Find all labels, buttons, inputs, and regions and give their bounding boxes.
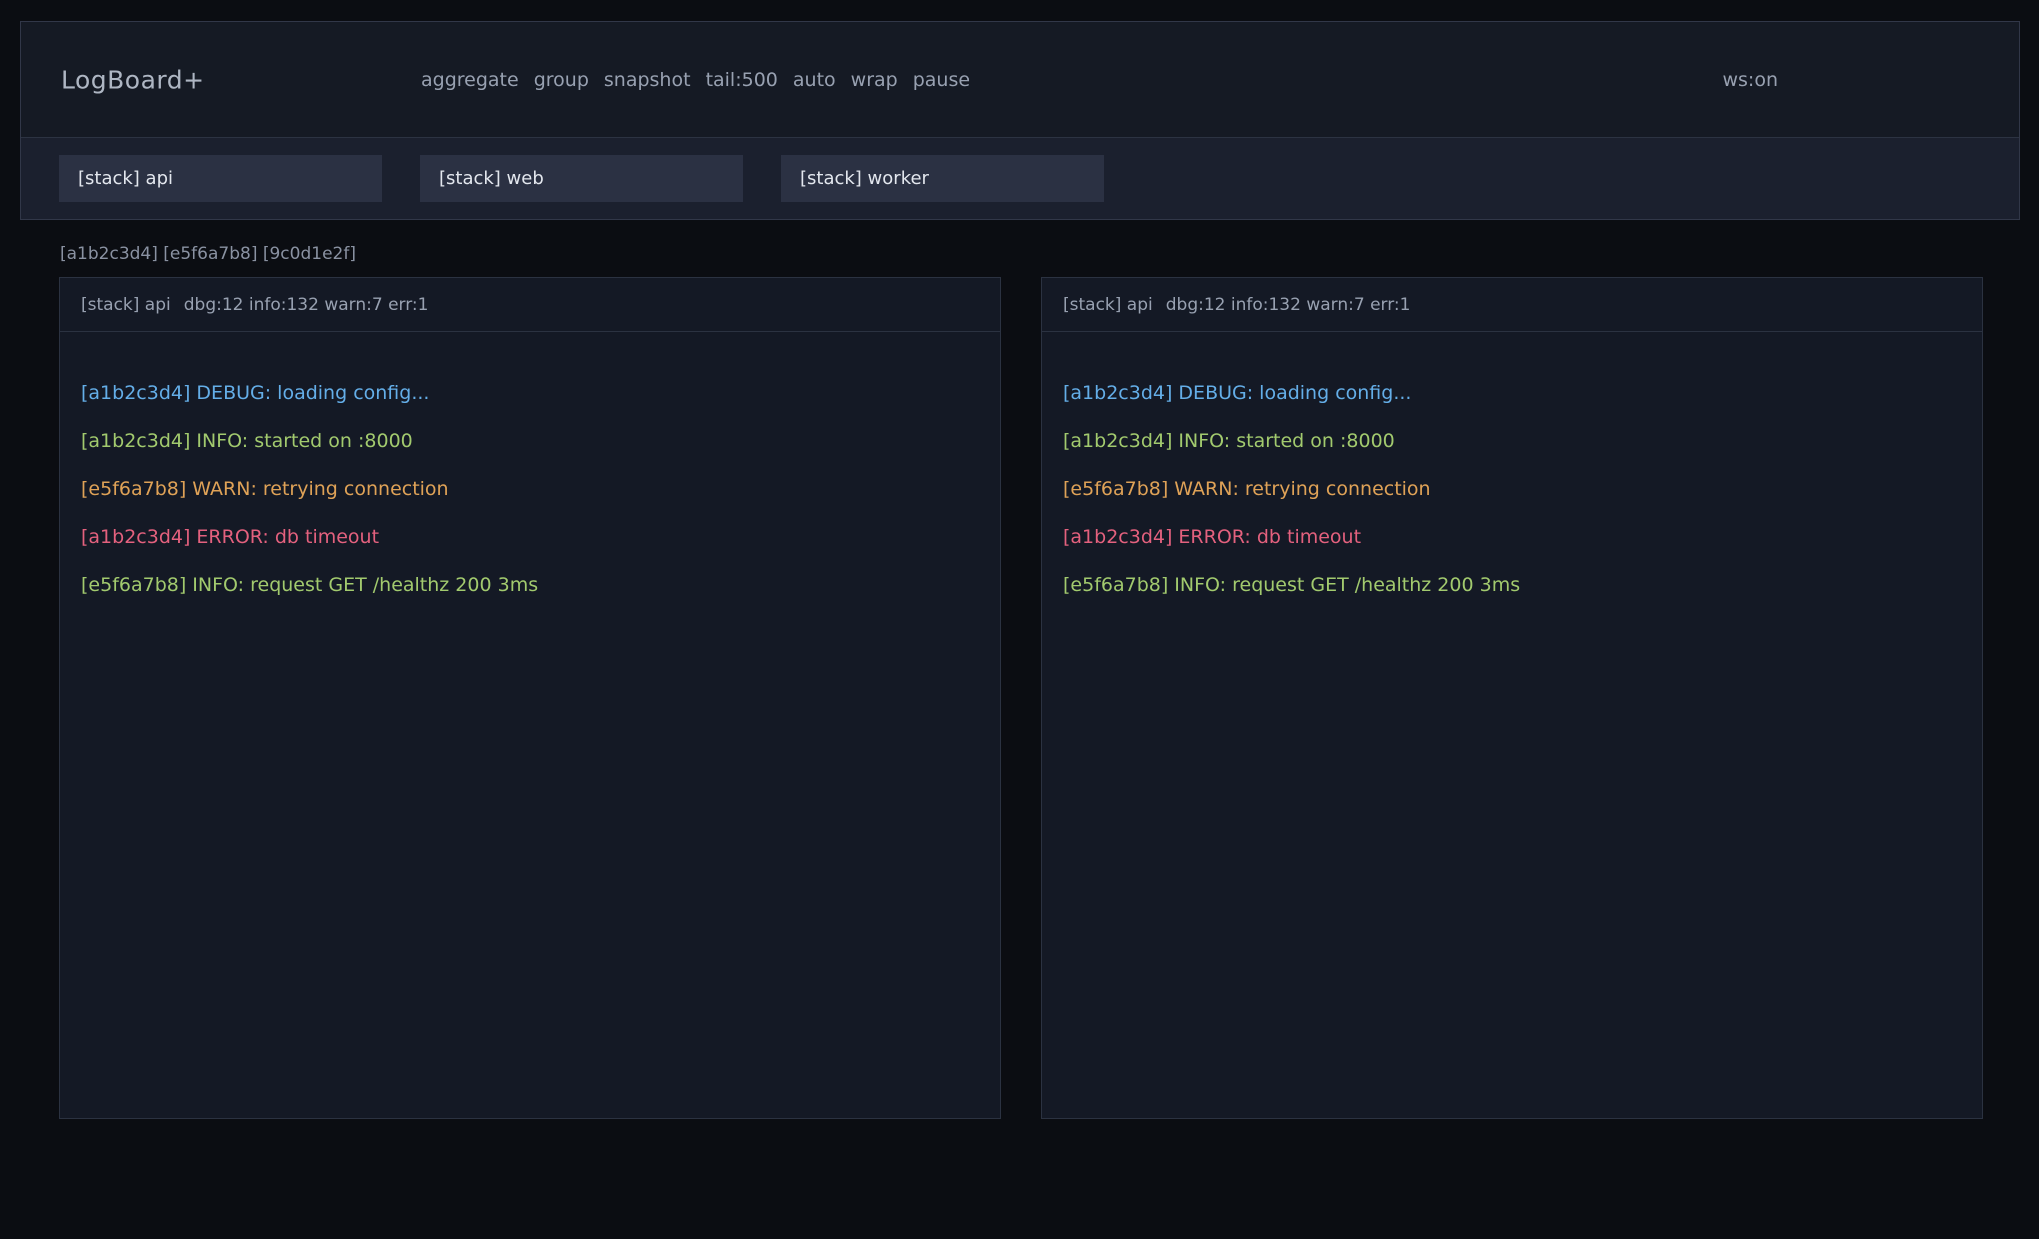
menu-item-snapshot[interactable]: snapshot xyxy=(604,69,691,91)
log-list: [a1b2c3d4] DEBUG: loading config... [a1b… xyxy=(60,332,1000,609)
trace-id-list: [a1b2c3d4] [e5f6a7b8] [9c0d1e2f] xyxy=(60,244,356,264)
menu-item-group[interactable]: group xyxy=(534,69,589,91)
tab-label: [stack] worker xyxy=(800,168,929,189)
tab-label: [stack] web xyxy=(439,168,544,189)
panel-level-counts: dbg:12 info:132 warn:7 err:1 xyxy=(184,295,429,315)
tab-label: [stack] api xyxy=(78,168,173,189)
log-line: [e5f6a7b8] WARN: retrying connection xyxy=(1063,465,1972,513)
menu-item-pause[interactable]: pause xyxy=(913,69,970,91)
log-line: [e5f6a7b8] WARN: retrying connection xyxy=(81,465,990,513)
panel-header: [stack] api dbg:12 info:132 warn:7 err:1 xyxy=(60,278,1000,332)
panel-source-label: [stack] api xyxy=(1063,295,1153,315)
log-line: [a1b2c3d4] ERROR: db timeout xyxy=(1063,513,1972,561)
log-panel-left: [stack] api dbg:12 info:132 warn:7 err:1… xyxy=(59,277,1001,1119)
log-line: [a1b2c3d4] DEBUG: loading config... xyxy=(1063,369,1972,417)
tab-stack-worker[interactable]: [stack] worker xyxy=(781,155,1104,202)
panel-level-counts: dbg:12 info:132 warn:7 err:1 xyxy=(1166,295,1411,315)
log-panel-right: [stack] api dbg:12 info:132 warn:7 err:1… xyxy=(1041,277,1983,1119)
log-line: [e5f6a7b8] INFO: request GET /healthz 20… xyxy=(81,561,990,609)
header-bar: LogBoard+ aggregate group snapshot tail:… xyxy=(21,22,2019,138)
menu-item-auto[interactable]: auto xyxy=(793,69,836,91)
app-frame: LogBoard+ aggregate group snapshot tail:… xyxy=(20,21,2020,220)
app-title: LogBoard+ xyxy=(61,65,205,94)
menu-item-aggregate[interactable]: aggregate xyxy=(421,69,519,91)
log-line: [a1b2c3d4] INFO: started on :8000 xyxy=(1063,417,1972,465)
ws-status[interactable]: ws:on xyxy=(1722,69,1778,91)
tab-stack-api[interactable]: [stack] api xyxy=(59,155,382,202)
panel-header: [stack] api dbg:12 info:132 warn:7 err:1 xyxy=(1042,278,1982,332)
log-line: [a1b2c3d4] INFO: started on :8000 xyxy=(81,417,990,465)
main-menu: aggregate group snapshot tail:500 auto w… xyxy=(421,69,970,91)
log-line: [e5f6a7b8] INFO: request GET /healthz 20… xyxy=(1063,561,1972,609)
panel-source-label: [stack] api xyxy=(81,295,171,315)
menu-item-wrap[interactable]: wrap xyxy=(851,69,898,91)
stacks-tabbar: [stack] api [stack] web [stack] worker xyxy=(21,138,2019,219)
log-panels: [stack] api dbg:12 info:132 warn:7 err:1… xyxy=(59,277,1983,1119)
log-line: [a1b2c3d4] DEBUG: loading config... xyxy=(81,369,990,417)
log-line: [a1b2c3d4] ERROR: db timeout xyxy=(81,513,990,561)
menu-item-tail[interactable]: tail:500 xyxy=(706,69,778,91)
tab-stack-web[interactable]: [stack] web xyxy=(420,155,743,202)
log-list: [a1b2c3d4] DEBUG: loading config... [a1b… xyxy=(1042,332,1982,609)
